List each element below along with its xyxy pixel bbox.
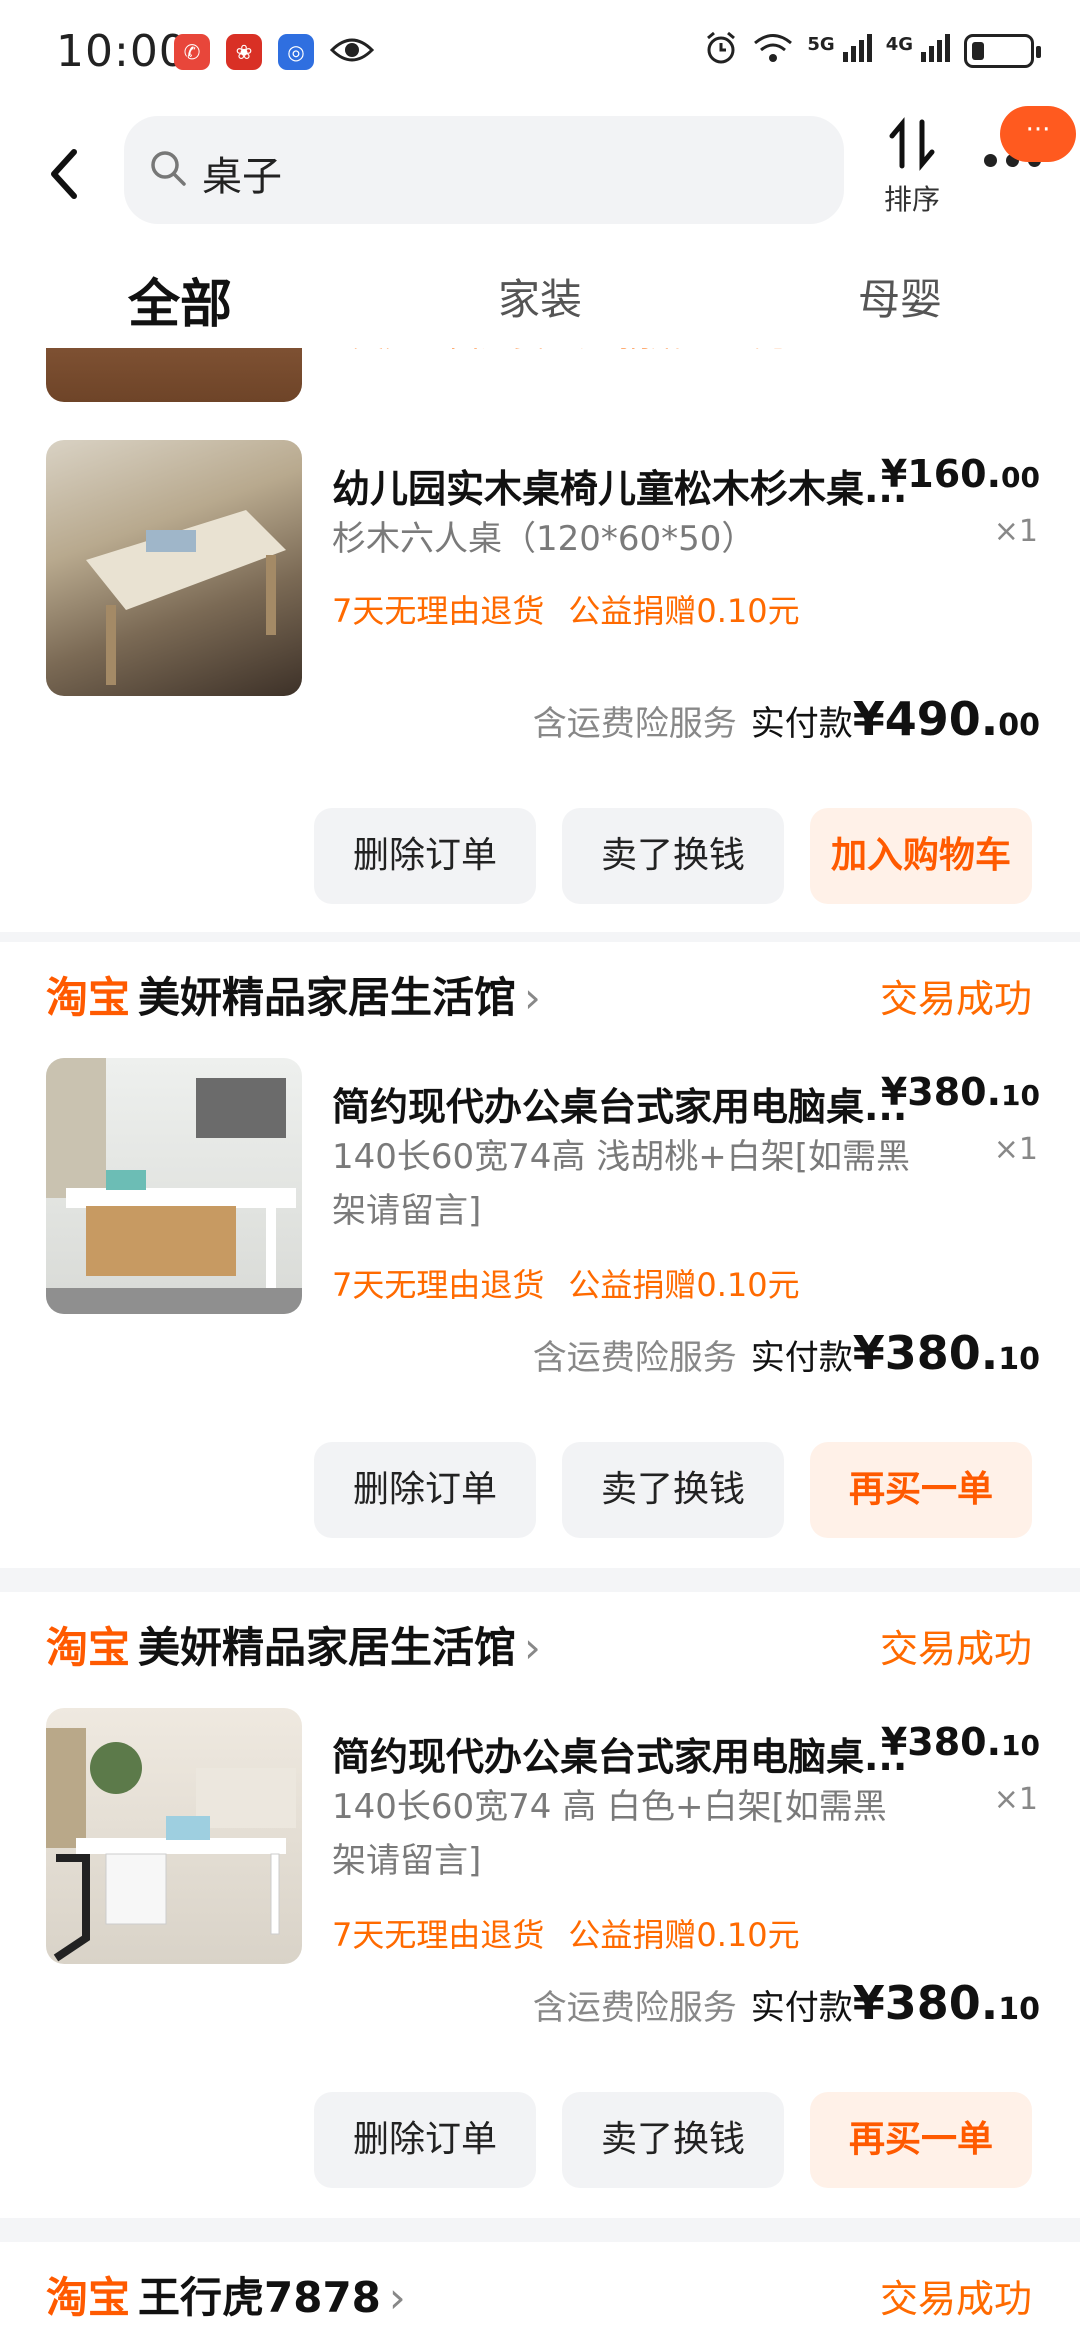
- product-title[interactable]: 幼儿园实木桌椅儿童松木杉木桌...: [332, 458, 907, 513]
- eye-icon: [329, 35, 375, 69]
- signal-5g-icon: 5G: [807, 34, 872, 68]
- order-card[interactable]: 淘宝 王行虎7878 › 交易成功: [0, 2242, 1080, 2340]
- tag-row: 7天无理由退货 公益捐赠0.10元: [332, 1916, 800, 1954]
- signal-4g-icon: 4G: [886, 34, 950, 68]
- product-image[interactable]: [46, 440, 302, 696]
- sort-label: 排序: [883, 183, 940, 216]
- desk-photo-icon: [46, 1728, 296, 1962]
- search-query: 桌子: [202, 154, 282, 200]
- add-to-cart-button[interactable]: 加入购物车: [810, 808, 1032, 904]
- buy-again-button[interactable]: 再买一单: [810, 1442, 1032, 1538]
- more-dots-icon: [984, 154, 997, 167]
- resell-button[interactable]: 卖了换钱: [562, 1442, 784, 1538]
- desk-photo-icon: [46, 1058, 302, 1314]
- chevron-left-icon: [51, 149, 77, 199]
- category-tabs: 全部 家装 母婴: [0, 238, 1080, 348]
- message-bubble[interactable]: ···: [1000, 106, 1076, 162]
- total-row: 含运费险服务 实付款¥490.00: [532, 692, 1040, 746]
- quantity: ×1: [993, 1782, 1038, 1817]
- quantity: ×1: [993, 1132, 1038, 1167]
- buy-again-button[interactable]: 再买一单: [810, 2092, 1032, 2188]
- sort-icon: [889, 117, 935, 171]
- product-title[interactable]: 简约现代办公桌台式家用电脑桌...: [332, 1076, 907, 1131]
- alarm-icon: [703, 30, 739, 72]
- tag-row: 7天无理由退货 公益捐赠0.10元: [332, 348, 786, 356]
- search-icon: [151, 151, 186, 186]
- missed-call-icon: ✆: [174, 34, 210, 70]
- sort-button[interactable]: 排序: [876, 116, 948, 218]
- product-image[interactable]: [46, 1058, 302, 1314]
- status-bar: 10:00 ✆ ❀ ◎ 5G 4G: [0, 0, 1080, 108]
- tab-mother-baby[interactable]: 母婴: [720, 238, 1080, 348]
- notification-icons: ✆ ❀ ◎: [174, 34, 375, 70]
- order-list: 7天无理由退货 公益捐赠0.10元 幼儿园实木桌椅儿童松木杉木桌... ¥160…: [0, 348, 1080, 2340]
- search-input[interactable]: 桌子: [124, 116, 844, 224]
- wifi-icon: [753, 32, 793, 70]
- tab-home-decor[interactable]: 家装: [360, 238, 720, 348]
- unit-price: ¥380.10: [880, 1720, 1040, 1764]
- tag-row: 7天无理由退货 公益捐赠0.10元: [332, 592, 800, 630]
- resell-button[interactable]: 卖了换钱: [562, 808, 784, 904]
- quantity: ×1: [993, 514, 1038, 549]
- order-card[interactable]: 淘宝 美妍精品家居生活馆 › 交易成功 简约现代办公桌台式家用电脑桌... ¥380…: [0, 942, 1080, 1568]
- order-card[interactable]: 淘宝 美妍精品家居生活馆 › 交易成功 简约现代办公桌台式家用电脑桌... ¥380…: [0, 1592, 1080, 2218]
- tag-row: 7天无理由退货 公益捐赠0.10元: [332, 1266, 800, 1304]
- order-status: 交易成功: [879, 2277, 1032, 2321]
- shop-name[interactable]: 淘宝 美妍精品家居生活馆 ›: [46, 1614, 541, 1675]
- product-image[interactable]: [46, 1708, 302, 1964]
- unit-price: ¥380.10: [880, 1070, 1040, 1114]
- total-row: 含运费险服务 实付款¥380.10: [532, 1976, 1040, 2030]
- delete-order-button[interactable]: 删除订单: [314, 808, 536, 904]
- order-card[interactable]: 7天无理由退货 公益捐赠0.10元 幼儿园实木桌椅儿童松木杉木桌... ¥160…: [0, 348, 1080, 932]
- huawei-icon: ❀: [226, 34, 262, 70]
- product-spec: 140长60宽74高 浅胡桃+白架[如需黑架请留言]: [332, 1137, 910, 1231]
- total-row: 含运费险服务 实付款¥380.10: [532, 1326, 1040, 1380]
- product-image[interactable]: [46, 348, 302, 402]
- back-button[interactable]: [44, 144, 84, 204]
- product-spec: 杉木六人桌（120*60*50）: [332, 519, 756, 559]
- resell-button[interactable]: 卖了换钱: [562, 2092, 784, 2188]
- search-header: 桌子 排序 ···: [0, 106, 1080, 238]
- order-status: 交易成功: [879, 977, 1032, 1021]
- shop-name[interactable]: 淘宝 王行虎7878 ›: [46, 2264, 406, 2325]
- product-title[interactable]: 简约现代办公桌台式家用电脑桌...: [332, 1726, 907, 1781]
- order-status: 交易成功: [879, 1627, 1032, 1671]
- product-spec: 140长60宽74 高 白色+白架[如需黑架请留言]: [332, 1787, 887, 1881]
- table-photo-icon: [86, 510, 286, 685]
- battery-icon: [964, 34, 1041, 68]
- tab-all[interactable]: 全部: [0, 238, 360, 348]
- unit-price: ¥160.00: [880, 452, 1040, 496]
- shop-name[interactable]: 淘宝 美妍精品家居生活馆 ›: [46, 964, 541, 1025]
- system-icons: 5G 4G: [703, 30, 1041, 72]
- clock: 10:00: [56, 26, 188, 77]
- delete-order-button[interactable]: 删除订单: [314, 2092, 536, 2188]
- delete-order-button[interactable]: 删除订单: [314, 1442, 536, 1538]
- app-store-icon: ◎: [278, 34, 314, 70]
